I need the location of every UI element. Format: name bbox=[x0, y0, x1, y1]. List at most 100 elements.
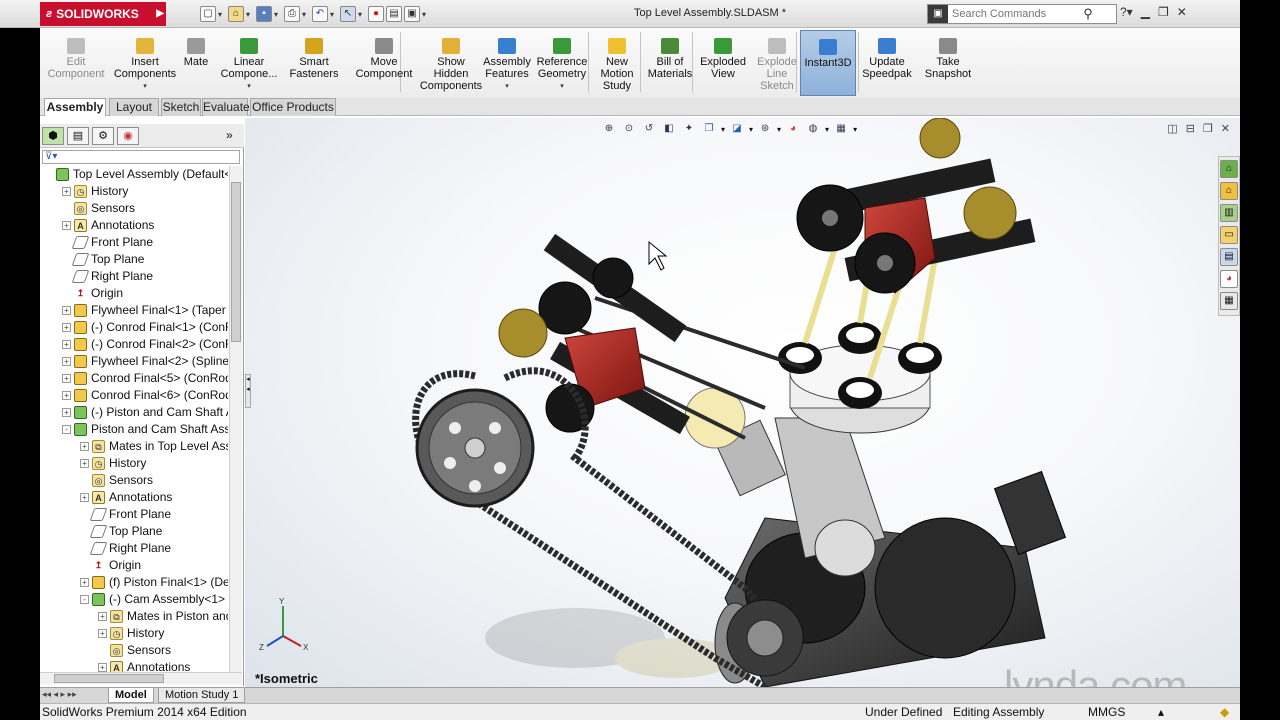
open-folder-icon[interactable]: ⌂ bbox=[228, 6, 244, 22]
tree-item[interactable]: Top Plane bbox=[80, 523, 162, 540]
options-icon[interactable]: ▣ bbox=[404, 6, 420, 22]
tree-vertical-scrollbar[interactable] bbox=[229, 166, 242, 672]
tab-scroll-arrows[interactable]: ◂◂ ◂ ▸ ▸▸ bbox=[42, 689, 77, 700]
new-motion-study-button[interactable]: New Motion Study bbox=[592, 30, 642, 96]
units-selector[interactable]: MMGS bbox=[1088, 704, 1125, 720]
scroll-thumb[interactable] bbox=[54, 674, 164, 683]
home-icon[interactable]: ⌂ bbox=[1220, 182, 1238, 200]
expand-icon[interactable]: + bbox=[62, 221, 71, 230]
file-properties-icon[interactable]: ▤ bbox=[386, 6, 402, 22]
print-icon[interactable]: ⎙ bbox=[284, 6, 300, 22]
explode-line-sketch-button[interactable]: Explode Line Sketch bbox=[750, 30, 804, 96]
expand-icon[interactable]: + bbox=[98, 663, 107, 672]
tab-evaluate[interactable]: Evaluate bbox=[202, 98, 250, 116]
search-icon[interactable]: ⚲ bbox=[1078, 6, 1098, 22]
engine-assembly-model[interactable] bbox=[245, 118, 1240, 687]
tree-filter[interactable]: ⊽▾ bbox=[42, 150, 240, 164]
tree-item[interactable]: ◎ Sensors bbox=[80, 472, 153, 489]
scroll-thumb[interactable] bbox=[231, 182, 241, 342]
chevron-down-icon[interactable]: ▾ bbox=[302, 10, 310, 19]
configuration-tab-icon[interactable]: ⚙ bbox=[92, 127, 114, 145]
tab-assembly[interactable]: Assembly bbox=[44, 98, 106, 116]
design-library-icon[interactable]: ▥ bbox=[1220, 204, 1238, 222]
expand-icon[interactable]: + bbox=[62, 340, 71, 349]
chevron-down-icon[interactable]: ▾ bbox=[143, 81, 147, 93]
exploded-view-button[interactable]: Exploded View bbox=[696, 30, 750, 96]
tree-item[interactable]: + (-) Piston and Cam Shaft Asser bbox=[62, 404, 228, 421]
chevron-down-icon[interactable]: ▾ bbox=[358, 10, 366, 19]
chevron-down-icon[interactable]: ▾ bbox=[330, 10, 338, 19]
feature-tree-tab-icon[interactable]: ⬢ bbox=[42, 127, 64, 145]
expand-icon[interactable]: + bbox=[62, 408, 71, 417]
graphics-area[interactable]: ◂ ◂ ⊕ ⊙ ↺ ◧ ✦ ❒ ▾ ◪ ▾ ⊛ ▾ ◕ ◍ ▾ ▦ ▾ ◫ ⊟ ❐ ✕ bbox=[245, 118, 1240, 709]
resources-icon[interactable]: ⌂ bbox=[1220, 160, 1238, 178]
instant3d-button[interactable]: Instant3D bbox=[800, 30, 856, 96]
search-input[interactable] bbox=[948, 8, 1078, 20]
chevron-down-icon[interactable]: ▾ bbox=[422, 10, 430, 19]
chevron-down-icon[interactable]: ▾ bbox=[218, 10, 226, 19]
tab-model[interactable]: Model bbox=[108, 688, 154, 703]
minimize-icon[interactable]: ▁ bbox=[1141, 5, 1150, 19]
tree-item[interactable]: ◎ Sensors bbox=[62, 200, 135, 217]
expand-icon[interactable]: + bbox=[98, 612, 107, 621]
undo-icon[interactable]: ↶ bbox=[312, 6, 328, 22]
tree-item[interactable]: + ◷ History bbox=[62, 183, 128, 200]
tree-item[interactable]: Right Plane bbox=[62, 268, 153, 285]
new-document-icon[interactable]: ▢ bbox=[200, 6, 216, 22]
expand-icon[interactable]: + bbox=[62, 187, 71, 196]
tab-motion-study-1[interactable]: Motion Study 1 bbox=[158, 688, 246, 703]
solidworks-logo[interactable]: ƨ SOLIDWORKS ▶ bbox=[40, 2, 166, 26]
tree-item[interactable]: Top Level Assembly (Default<Dis bbox=[44, 166, 228, 183]
show-hidden-components-button[interactable]: Show Hidden Components bbox=[420, 30, 482, 96]
restore-icon[interactable]: ❐ bbox=[1158, 5, 1169, 19]
help-icon[interactable]: ?▾ bbox=[1120, 5, 1133, 19]
tree-item[interactable]: + (-) Conrod Final<1> (ConRod bbox=[62, 319, 228, 336]
tree-item[interactable]: + A Annotations bbox=[98, 659, 190, 672]
tree-item[interactable]: Front Plane bbox=[62, 234, 153, 251]
units-menu-icon[interactable]: ▴ bbox=[1158, 704, 1164, 720]
collapse-icon[interactable]: - bbox=[80, 595, 89, 604]
tree-item[interactable]: + Flywheel Final<1> (Taper Shaf bbox=[62, 302, 228, 319]
close-icon[interactable]: ✕ bbox=[1177, 5, 1187, 19]
tree-item[interactable]: + Conrod Final<5> (ConRod Cu bbox=[62, 370, 228, 387]
tree-item[interactable]: + ◷ History bbox=[80, 455, 146, 472]
save-icon[interactable]: ▪ bbox=[256, 6, 272, 22]
expand-icon[interactable]: + bbox=[62, 357, 71, 366]
mate-button[interactable]: Mate bbox=[176, 30, 216, 96]
smart-fasteners-button[interactable]: Smart Fasteners bbox=[284, 30, 344, 96]
appearance-tab-icon[interactable]: ◉ bbox=[117, 127, 139, 145]
tree-item[interactable]: +⧉ Mates in Piston and Ca bbox=[98, 608, 228, 625]
collapse-icon[interactable]: - bbox=[62, 425, 71, 434]
chevron-down-icon[interactable]: ▾ bbox=[247, 81, 251, 93]
rebuild-icon[interactable]: ● bbox=[368, 6, 384, 22]
tab-layout[interactable]: Layout bbox=[109, 98, 159, 116]
property-manager-tab-icon[interactable]: ▤ bbox=[67, 127, 89, 145]
tree-item[interactable]: ↥ Origin bbox=[62, 285, 123, 302]
tree-item[interactable]: + A Annotations bbox=[80, 489, 172, 506]
tree-item[interactable]: + (-) Conrod Final<2> (ConRod- bbox=[62, 336, 228, 353]
tree-item[interactable]: + ◷ History bbox=[98, 625, 164, 642]
tree-item[interactable]: - Piston and Cam Shaft Assemb bbox=[62, 421, 228, 438]
search-commands[interactable]: ▣ ⚲ bbox=[927, 4, 1117, 24]
tree-item[interactable]: Top Plane bbox=[62, 251, 144, 268]
tab-sketch[interactable]: Sketch bbox=[161, 98, 201, 116]
upper-cam-assembly[interactable] bbox=[796, 118, 1036, 294]
tree-item[interactable]: Right Plane bbox=[80, 540, 171, 557]
tree-item[interactable]: Front Plane bbox=[80, 506, 171, 523]
search-mode-icon[interactable]: ▣ bbox=[928, 5, 948, 23]
chevron-down-icon[interactable]: ▾ bbox=[560, 81, 564, 93]
tab-office-products[interactable]: Office Products bbox=[250, 98, 336, 116]
tree-item[interactable]: - (-) Cam Assembly<1> (Det bbox=[80, 591, 228, 608]
tree-item[interactable]: + Conrod Final<6> (ConRod<<E bbox=[62, 387, 228, 404]
tree-item[interactable]: ◎ Sensors bbox=[98, 642, 171, 659]
expand-icon[interactable]: + bbox=[62, 391, 71, 400]
tree-item[interactable]: ↥ Origin bbox=[80, 557, 141, 574]
assembly-features-button[interactable]: Assembly Features ▾ bbox=[478, 30, 536, 96]
tree-item[interactable]: + (f) Piston Final<1> (Defaul bbox=[80, 574, 228, 591]
file-explorer-icon[interactable]: ▭ bbox=[1220, 226, 1238, 244]
linear-compone-button[interactable]: Linear Compone... ▾ bbox=[220, 30, 278, 96]
expand-icon[interactable]: + bbox=[80, 578, 89, 587]
move-component-button[interactable]: Move Component bbox=[352, 30, 416, 96]
custom-properties-icon[interactable]: ▦ bbox=[1220, 292, 1238, 310]
expand-icon[interactable]: + bbox=[62, 306, 71, 315]
